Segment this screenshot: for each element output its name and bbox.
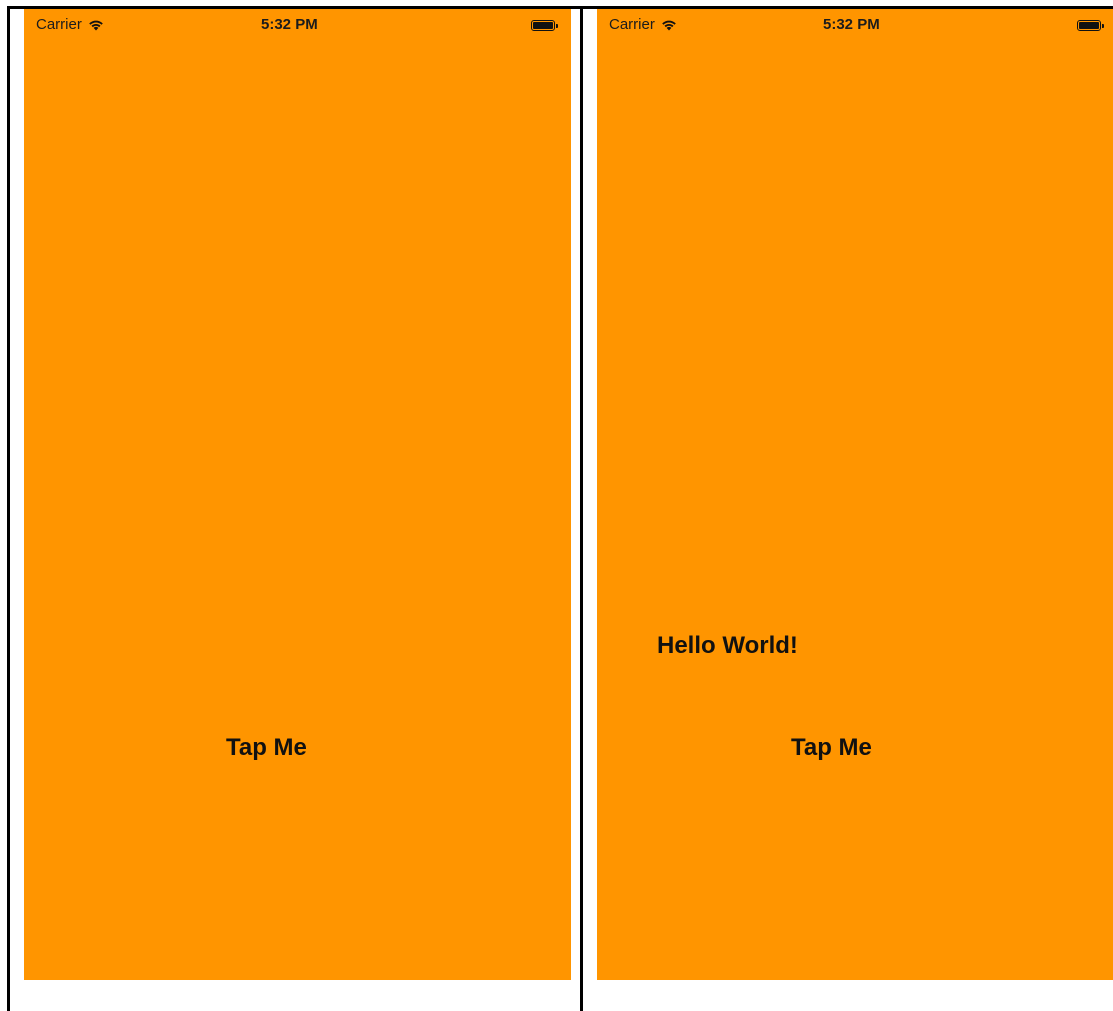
carrier-label: Carrier xyxy=(36,16,82,33)
status-bar: Carrier 5:32 PM xyxy=(597,9,1113,41)
status-time: 5:32 PM xyxy=(261,16,318,33)
comparison-stage: Carrier 5:32 PM Tap Me Carrier 5:32 PM H… xyxy=(0,0,1113,1011)
status-bar: Carrier 5:32 PM xyxy=(24,9,571,41)
frame-border-left xyxy=(7,6,10,1011)
phone-screen-before: Carrier 5:32 PM Tap Me xyxy=(24,9,571,980)
carrier-indicator: Carrier xyxy=(609,16,678,33)
tap-me-button[interactable]: Tap Me xyxy=(791,734,872,762)
phone-screen-after: Carrier 5:32 PM Hello World! Tap Me xyxy=(597,9,1113,980)
tap-me-button[interactable]: Tap Me xyxy=(226,734,307,762)
status-time: 5:32 PM xyxy=(823,16,880,33)
carrier-indicator: Carrier xyxy=(36,16,105,33)
wifi-icon xyxy=(87,18,105,31)
wifi-icon xyxy=(660,18,678,31)
frame-border-divider xyxy=(580,6,583,1011)
battery-icon xyxy=(1077,20,1104,31)
battery-icon xyxy=(531,20,558,31)
hello-world-label: Hello World! xyxy=(657,632,798,659)
carrier-label: Carrier xyxy=(609,16,655,33)
